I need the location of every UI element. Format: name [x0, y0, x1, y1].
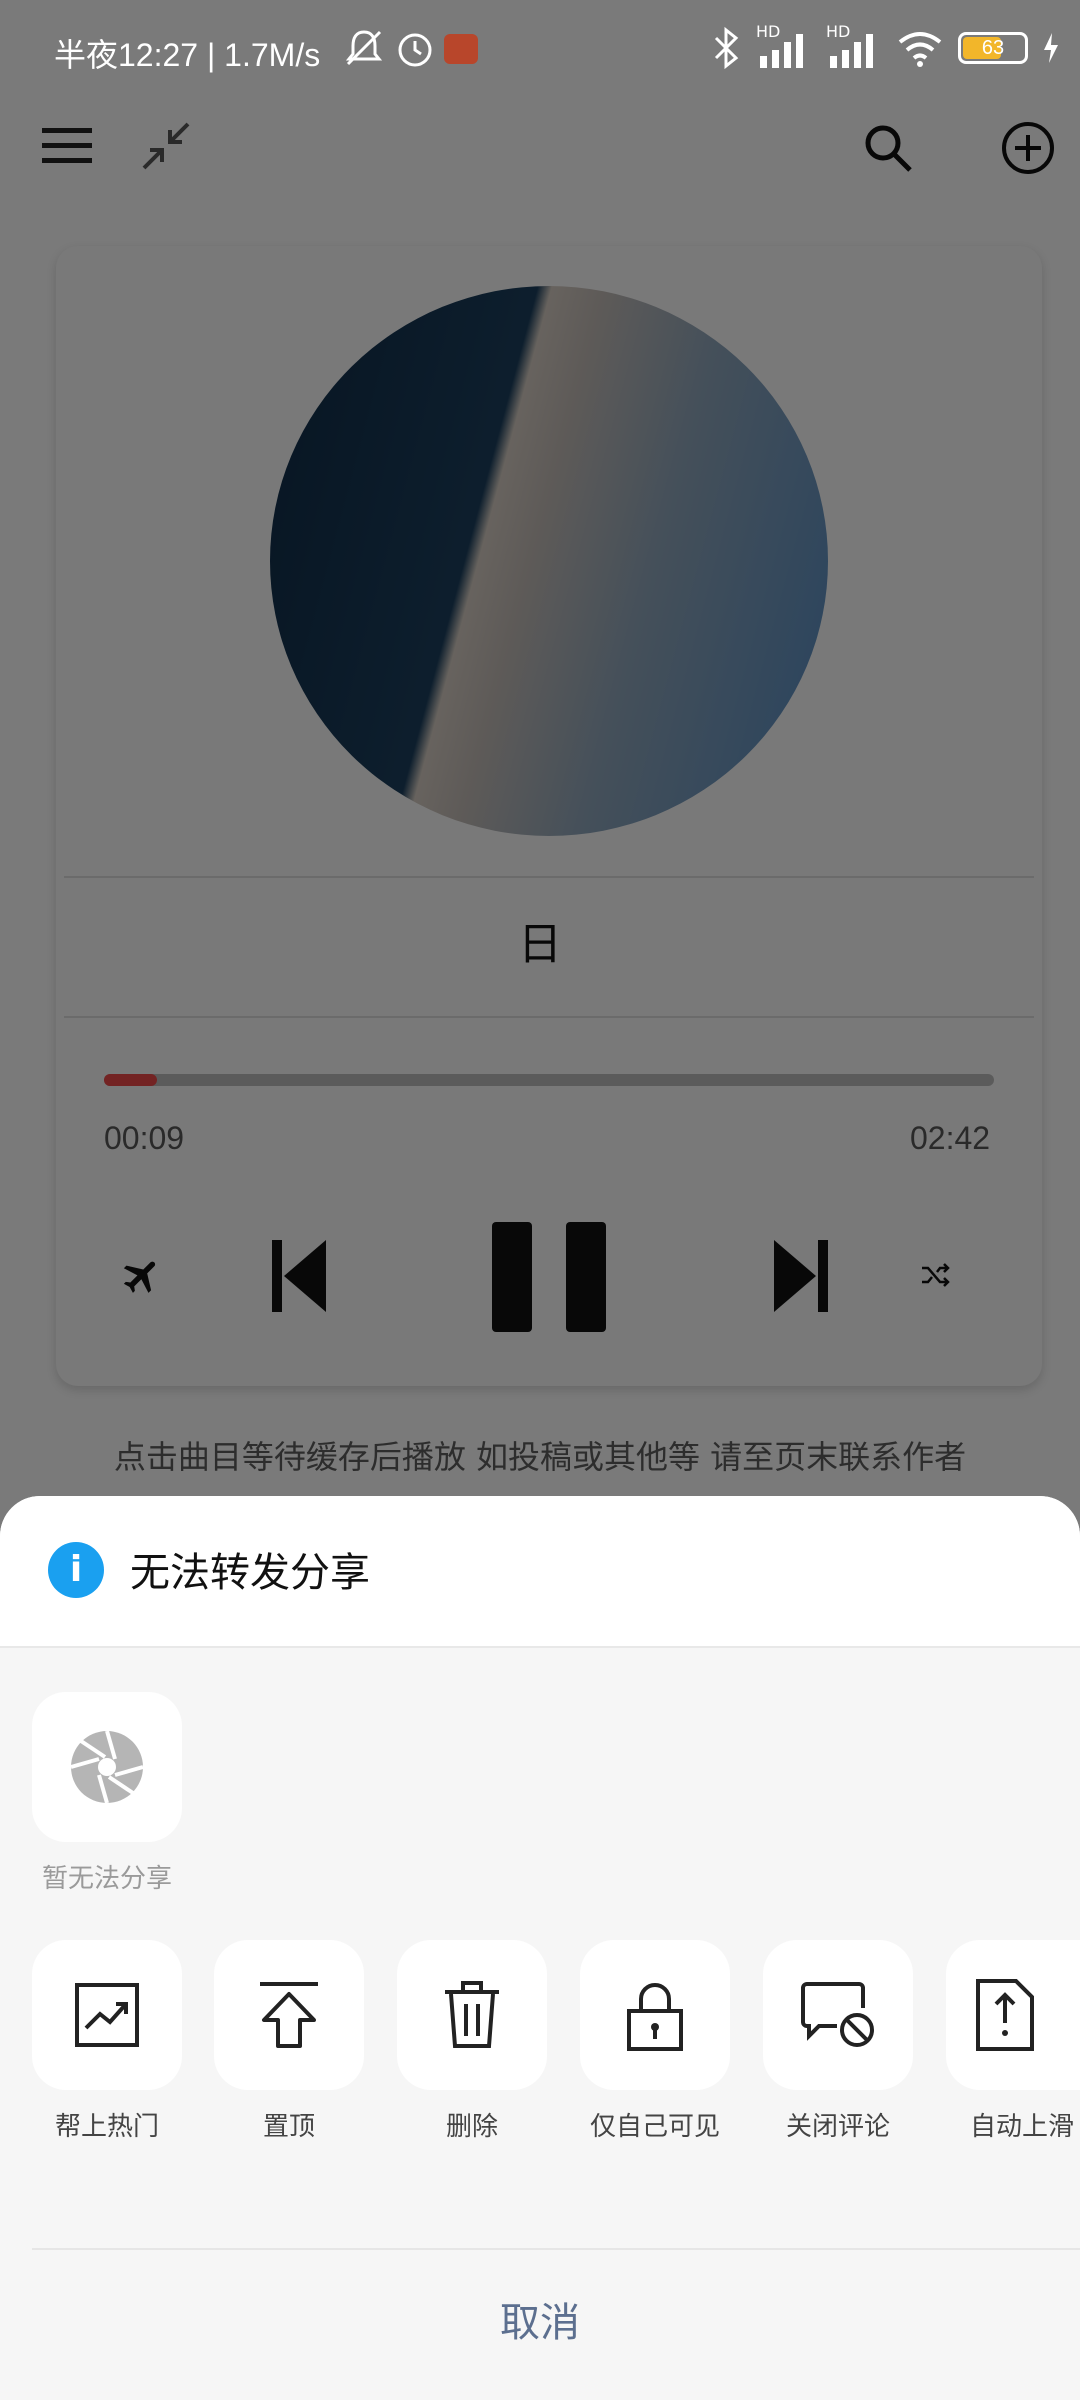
wifi-icon	[898, 32, 942, 67]
app-notification-icon	[444, 34, 478, 64]
divider	[32, 2248, 1080, 2250]
info-icon: i	[48, 1542, 104, 1598]
sheet-title: 无法转发分享	[130, 1550, 370, 1596]
share-disabled-label: 暂无法分享	[41, 1864, 172, 1894]
signal-icon: HD	[756, 22, 812, 70]
action-private-button[interactable]	[580, 1940, 730, 2090]
auto-scroll-up-icon	[976, 1979, 1034, 2051]
status-icons: HD HD 63	[712, 22, 1060, 70]
pin-top-icon	[260, 1982, 318, 2048]
alarm-icon	[394, 28, 436, 74]
lock-icon	[627, 1983, 683, 2051]
action-close-comments-button[interactable]	[763, 1940, 913, 2090]
action-label: 自动上滑	[970, 2112, 1075, 2142]
action-label: 帮上热门	[54, 2112, 159, 2142]
share-disabled-tile[interactable]	[32, 1692, 182, 1842]
battery-icon: 63	[958, 32, 1028, 64]
share-bottom-sheet: i 无法转发分享 暂无法分享 帮上热门 置顶 删除 仅自己可见 关闭评论 自动上…	[0, 1496, 1080, 2400]
action-label: 删除	[445, 2112, 498, 2142]
action-delete-button[interactable]	[397, 1940, 547, 2090]
signal-icon: HD	[826, 22, 882, 70]
mute-icon	[344, 28, 384, 72]
action-label: 仅自己可见	[589, 2112, 720, 2142]
action-auto-scroll-button[interactable]	[946, 1940, 1080, 2090]
action-label: 关闭评论	[785, 2112, 890, 2142]
action-pin-top-button[interactable]	[214, 1940, 364, 2090]
trash-icon	[445, 1981, 499, 2048]
sheet-header: i 无法转发分享	[0, 1496, 1080, 1648]
battery-level: 63	[981, 37, 1005, 59]
status-time-speed: 半夜12:27 | 1.7M/s	[54, 37, 321, 73]
aperture-icon	[70, 1730, 144, 1804]
action-label: 置顶	[262, 2112, 315, 2142]
charging-icon	[1044, 33, 1058, 63]
trending-up-icon	[75, 1983, 139, 2047]
cancel-button[interactable]: 取消	[0, 2290, 1080, 2348]
comment-off-icon	[801, 1982, 874, 2047]
bluetooth-icon	[714, 26, 739, 70]
action-promote-button[interactable]	[32, 1940, 182, 2090]
